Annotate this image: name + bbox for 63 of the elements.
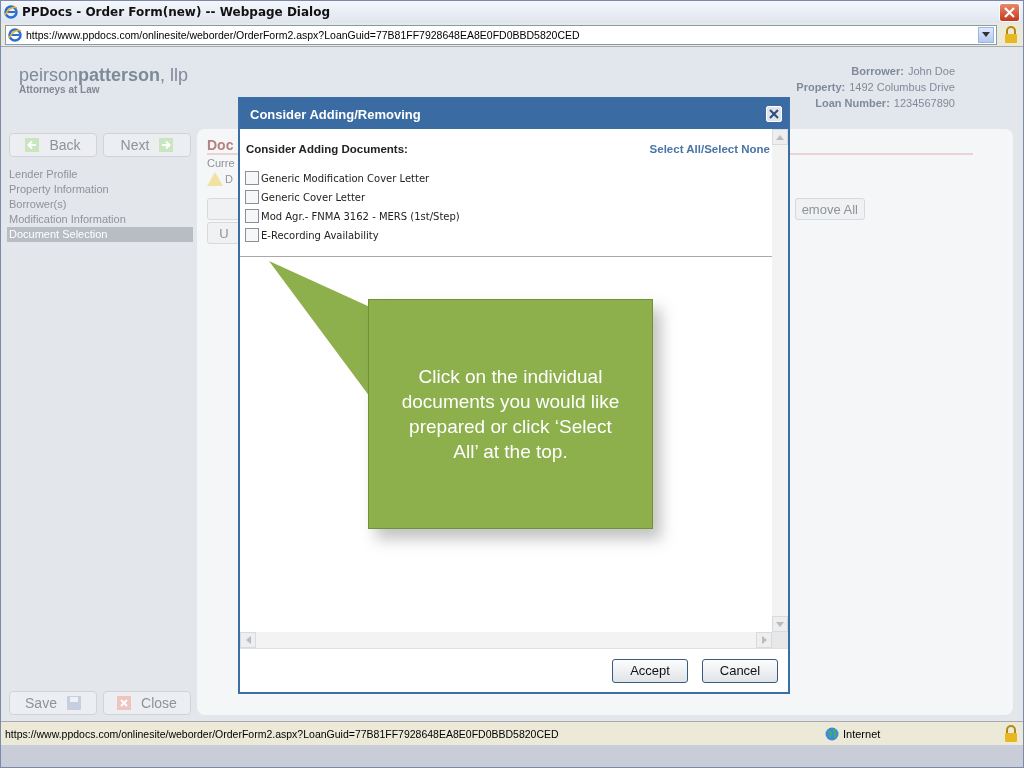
horizontal-scrollbar[interactable] bbox=[240, 632, 772, 648]
section-title: Consider Adding Documents: bbox=[246, 143, 408, 155]
action-button[interactable] bbox=[207, 198, 241, 220]
left-arrow-icon bbox=[25, 138, 40, 152]
browser-icon bbox=[8, 27, 22, 42]
security-zone: Internet bbox=[843, 727, 881, 740]
up-arrow-icon[interactable] bbox=[776, 134, 784, 140]
left-arrow-icon[interactable] bbox=[245, 636, 251, 644]
checkbox[interactable] bbox=[245, 209, 259, 223]
link-separator: / bbox=[700, 143, 705, 155]
lock-icon bbox=[1003, 724, 1019, 743]
dropdown-button[interactable] bbox=[978, 26, 994, 43]
nav-item[interactable]: Borrower(s) bbox=[7, 197, 193, 212]
info-value: John Doe bbox=[907, 65, 955, 77]
callout-text: Click on the individual documents you would like prepared or click ‘Select All’ at the top. bbox=[400, 365, 621, 464]
select-all-link[interactable]: Select All bbox=[649, 143, 701, 155]
nav-item[interactable]: Document Selection bbox=[7, 227, 193, 242]
info-value: 1492 Columbus Drive bbox=[849, 81, 955, 93]
remove-all-button[interactable]: emove All bbox=[794, 198, 865, 220]
address-field[interactable]: https://www.ppdocs.com/onlinesite/weborder/OrderForm2.aspx?LoanGuid=77B81FF7928648EA8E0FD0BBD5820CED bbox=[5, 24, 997, 45]
action-button[interactable]: U bbox=[207, 222, 241, 244]
document-label: E-Recording Availability bbox=[261, 229, 379, 241]
document-label: Generic Modification Cover Letter bbox=[261, 172, 430, 184]
warning-text: D bbox=[225, 173, 233, 185]
close-page-button[interactable]: Close bbox=[103, 691, 191, 715]
nav-item[interactable]: Modification Information bbox=[7, 212, 193, 227]
checkbox[interactable] bbox=[245, 228, 259, 242]
close-button[interactable] bbox=[766, 106, 782, 122]
checkbox[interactable] bbox=[245, 171, 259, 185]
status-url: https://www.ppdocs.com/onlinesite/weborder/OrderForm2.aspx?LoanGuid=77B81FF7928648EA8E0FD0BBD5820CED bbox=[5, 727, 560, 740]
firm-logo: peirsonpatterson, llp bbox=[19, 65, 189, 86]
save-button[interactable]: Save bbox=[9, 691, 97, 715]
caret-icon bbox=[982, 31, 990, 38]
info-value: 1234567890 bbox=[893, 97, 955, 109]
info-label: Loan Number: bbox=[815, 97, 890, 109]
down-arrow-icon[interactable] bbox=[776, 621, 784, 627]
nav-item[interactable]: Property Information bbox=[7, 182, 193, 197]
accept-button[interactable]: Accept bbox=[612, 658, 688, 683]
firm-tagline: Attorneys at Law bbox=[19, 84, 100, 95]
document-label: Generic Cover Letter bbox=[261, 191, 366, 203]
section-subheading: Curre bbox=[207, 157, 236, 169]
window-title: PPDocs - Order Form(new) -- Webpage Dialog bbox=[22, 5, 331, 19]
lock-icon bbox=[1003, 25, 1019, 44]
globe-icon bbox=[825, 726, 839, 741]
close-icon bbox=[117, 696, 132, 710]
document-label: Mod Agr.- FNMA 3162 - MERS (1st/Step) bbox=[261, 210, 460, 222]
nav-item[interactable]: Lender Profile bbox=[7, 167, 193, 182]
vertical-scrollbar[interactable] bbox=[772, 129, 788, 632]
cancel-button[interactable]: Cancel bbox=[702, 658, 778, 683]
browser-icon bbox=[4, 5, 18, 19]
close-icon bbox=[769, 109, 779, 119]
right-arrow-icon bbox=[159, 138, 174, 152]
right-arrow-icon[interactable] bbox=[761, 636, 767, 644]
warning-icon bbox=[207, 172, 223, 186]
close-button[interactable] bbox=[999, 2, 1020, 22]
dialog-title: Consider Adding/Removing bbox=[250, 106, 421, 122]
info-label: Property: bbox=[796, 81, 846, 93]
select-none-link[interactable]: Select None bbox=[704, 143, 770, 155]
checkbox[interactable] bbox=[245, 190, 259, 204]
next-button[interactable]: Next bbox=[103, 133, 191, 157]
info-label: Borrower: bbox=[851, 65, 904, 77]
back-button[interactable]: Back bbox=[9, 133, 97, 157]
close-icon bbox=[1004, 6, 1015, 18]
